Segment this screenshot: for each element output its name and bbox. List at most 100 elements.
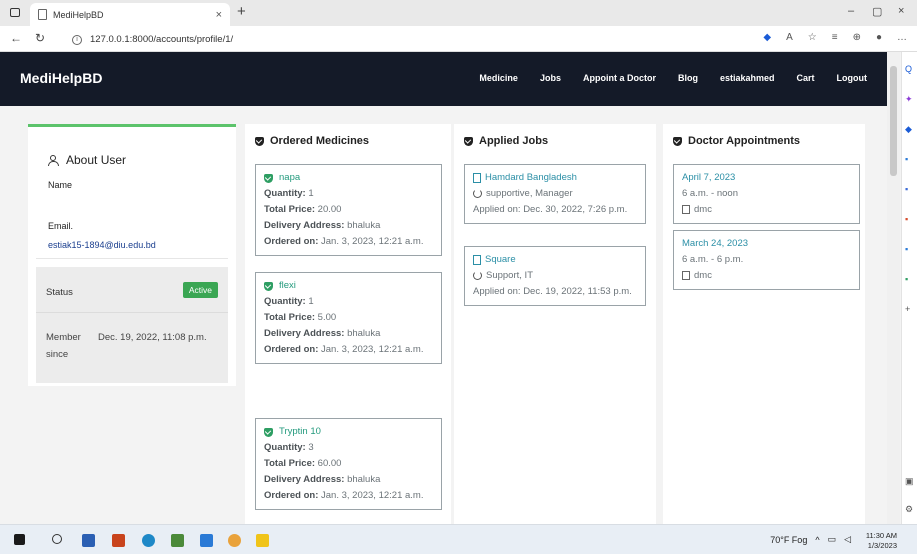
- office-icon[interactable]: ▪: [905, 214, 908, 224]
- read-aloud-icon[interactable]: A: [786, 32, 793, 43]
- medicine-name[interactable]: Tryptin 10: [264, 424, 433, 440]
- sparkle-icon[interactable]: ✦: [905, 94, 913, 105]
- appointment-time: 6 a.m. - noon: [682, 188, 738, 199]
- browser-tab-strip: MediHelpBD × + – ▢ ×: [0, 0, 917, 26]
- user-icon: [48, 154, 59, 166]
- outlook-icon[interactable]: ▪: [905, 244, 908, 254]
- url-field[interactable]: i 127.0.0.1:8000/accounts/profile/1/: [72, 31, 712, 48]
- drop-icon[interactable]: ▪: [905, 274, 908, 284]
- applied-jobs-panel: Applied Jobs Hamdard Bangladesh supporti…: [454, 124, 656, 524]
- shield-check-icon: [464, 136, 473, 146]
- minimize-icon[interactable]: –: [848, 5, 854, 17]
- nav-blog[interactable]: Blog: [678, 73, 698, 83]
- favorite-icon[interactable]: ☆: [808, 32, 817, 43]
- address-bar-actions: ◆ A ☆ ≡ ⊕ ● …: [763, 32, 907, 43]
- browser-tab[interactable]: MediHelpBD ×: [30, 3, 230, 26]
- info-icon[interactable]: i: [72, 34, 82, 45]
- appointment-place: dmc: [682, 202, 851, 218]
- app-icon[interactable]: [171, 534, 184, 547]
- site-navbar: MediHelpBD Medicine Jobs Appoint a Docto…: [0, 52, 887, 106]
- file-explorer-icon[interactable]: [256, 534, 269, 547]
- nav-appoint-doctor[interactable]: Appoint a Doctor: [583, 73, 656, 83]
- tools-icon[interactable]: ▪: [905, 154, 908, 164]
- email-value: estiak15-1894@diu.edu.bd: [48, 240, 156, 250]
- word-icon[interactable]: [82, 534, 95, 547]
- appointment-place: dmc: [682, 268, 851, 284]
- network-icon[interactable]: ▭: [828, 534, 837, 545]
- job-card: Square Support, IT Applied on: Dec. 19, …: [464, 246, 646, 306]
- new-tab-icon[interactable]: +: [237, 3, 246, 20]
- people-icon[interactable]: ▪: [905, 184, 908, 194]
- volume-icon[interactable]: ◁: [844, 534, 851, 545]
- more-icon[interactable]: …: [897, 32, 907, 43]
- vscode-icon[interactable]: [200, 534, 213, 547]
- settings-icon[interactable]: ⚙: [905, 504, 913, 515]
- taskbar: 70°F Fog ^ ▭ ◁ 11:30 AM 1/3/2023: [0, 524, 917, 554]
- ordered-medicines-heading: Ordered Medicines: [255, 135, 369, 147]
- job-card: Hamdard Bangladesh supportive, Manager A…: [464, 164, 646, 224]
- collections-icon[interactable]: ⊕: [853, 32, 861, 43]
- building-icon: [473, 173, 481, 183]
- applied-jobs-heading: Applied Jobs: [464, 135, 548, 147]
- order-card: flexi Quantity: 1 Total Price: 5.00 Deli…: [255, 272, 442, 364]
- spinner-icon: [473, 188, 482, 198]
- profile-avatar[interactable]: ●: [876, 32, 882, 43]
- order-card: napa Quantity: 1 Total Price: 20.00 Deli…: [255, 164, 442, 256]
- medicine-name[interactable]: napa: [264, 170, 433, 186]
- page-scrollbar[interactable]: [887, 52, 900, 524]
- nav-logout[interactable]: Logout: [837, 73, 868, 83]
- status-box: Status Active Member since Dec. 19, 2022…: [36, 267, 228, 383]
- member-since-label: Member since: [46, 332, 81, 360]
- shopping-icon[interactable]: ◆: [905, 124, 912, 135]
- page-icon: [38, 9, 47, 20]
- nav-username[interactable]: estiakahmed: [720, 73, 775, 83]
- doctor-appointments-panel: Doctor Appointments April 7, 2023 6 a.m.…: [663, 124, 865, 524]
- nav-medicine[interactable]: Medicine: [479, 73, 518, 83]
- profile-card: About User Name Email. estiak15-1894@diu…: [28, 124, 236, 386]
- brand-logo[interactable]: MediHelpBD: [20, 70, 102, 86]
- window-menu-icon[interactable]: [10, 8, 20, 17]
- search-icon[interactable]: Q: [905, 64, 912, 74]
- company-name[interactable]: Square: [473, 252, 637, 268]
- doctor-appointments-heading: Doctor Appointments: [673, 135, 800, 147]
- status-badge: Active: [182, 282, 218, 298]
- appointment-date[interactable]: April 7, 2023: [682, 170, 851, 186]
- hospital-icon: [682, 270, 690, 280]
- shield-check-icon: [264, 281, 273, 291]
- ordered-medicines-panel: Ordered Medicines napa Quantity: 1 Total…: [245, 124, 451, 524]
- split-screen-icon[interactable]: ▣: [905, 476, 914, 487]
- company-name[interactable]: Hamdard Bangladesh: [473, 170, 637, 186]
- tray-chevron-icon[interactable]: ^: [815, 535, 819, 545]
- clock[interactable]: 11:30 AM 1/3/2023: [866, 531, 897, 551]
- shield-check-icon: [255, 136, 264, 146]
- tag-icon[interactable]: ◆: [763, 32, 771, 43]
- hospital-icon: [682, 204, 690, 214]
- building-icon: [473, 255, 481, 265]
- appointment-date[interactable]: March 24, 2023: [682, 236, 851, 252]
- powerpoint-icon[interactable]: [112, 534, 125, 547]
- status-label: Status: [46, 287, 73, 298]
- nav-jobs[interactable]: Jobs: [540, 73, 561, 83]
- add-icon[interactable]: +: [905, 304, 910, 314]
- favorites-list-icon[interactable]: ≡: [832, 32, 838, 43]
- back-icon[interactable]: ←: [10, 31, 22, 45]
- browser-sidebar: Q ✦ ◆ ▪ ▪ ▪ ▪ ▪ + ▣ ⚙: [901, 52, 917, 524]
- scrollbar-thumb[interactable]: [890, 66, 897, 176]
- divider: [36, 258, 228, 259]
- medicine-name[interactable]: flexi: [264, 278, 433, 294]
- divider: [36, 312, 228, 313]
- name-label: Name: [48, 180, 73, 190]
- nav-cart[interactable]: Cart: [796, 73, 814, 83]
- windows-start-icon[interactable]: [14, 534, 25, 545]
- email-label: Email.: [48, 221, 74, 231]
- search-icon[interactable]: [52, 534, 62, 544]
- edge-icon[interactable]: [142, 534, 155, 547]
- refresh-icon[interactable]: ↻: [35, 31, 45, 45]
- member-since-value: Dec. 19, 2022, 11:08 p.m.: [98, 332, 207, 343]
- weather-text[interactable]: 70°F Fog: [770, 535, 807, 545]
- chrome-icon[interactable]: [228, 534, 241, 547]
- restore-icon[interactable]: ▢: [872, 5, 882, 18]
- close-window-icon[interactable]: ×: [898, 5, 904, 17]
- appointment-time: 6 a.m. - 6 p.m.: [682, 254, 744, 265]
- tab-close-icon[interactable]: ×: [216, 9, 222, 21]
